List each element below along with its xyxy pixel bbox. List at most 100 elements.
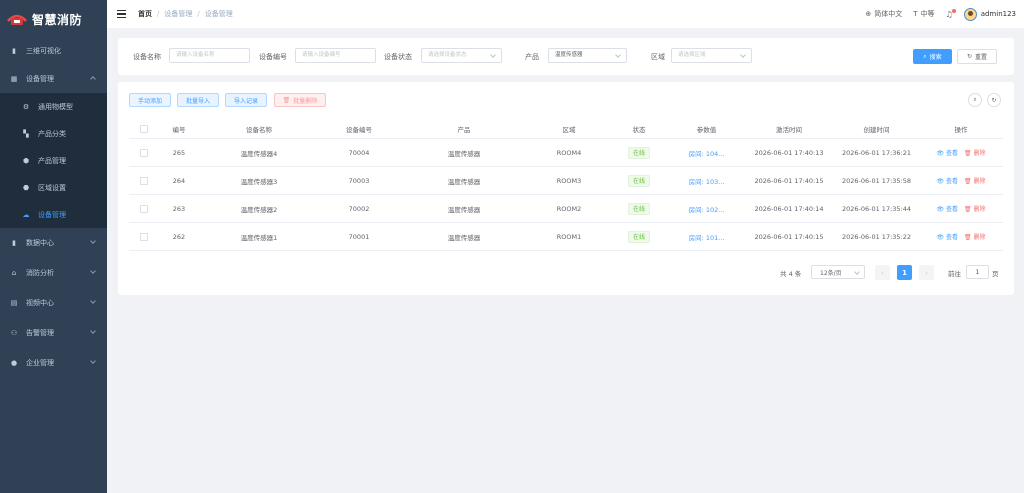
row-checkbox[interactable]: [140, 176, 148, 185]
building-icon: ●: [10, 359, 18, 367]
column-header: 设备名称: [246, 126, 272, 134]
cell-name: 温度传感器3: [240, 177, 278, 186]
cell-activated: 2026-06-01 17:40:15: [754, 232, 824, 241]
size-switch[interactable]: T 中等: [913, 9, 934, 19]
import-record-button[interactable]: 导入记录: [225, 93, 267, 107]
logo: 智慧消防: [0, 0, 107, 38]
row-checkbox[interactable]: [140, 232, 148, 241]
top-header: 首页 / 设备管理 / 设备管理 ⊕ 简体中文 T 中等 ♫ admin123: [107, 0, 1024, 28]
header-actions: ⊕ 简体中文 T 中等 ♫ admin123: [865, 0, 1024, 28]
reset-button[interactable]: ↻ 重置: [957, 49, 997, 64]
table-row: 265 温度传感器4 70004 温度传感器 ROOM4 在线 房间: 104.…: [129, 139, 1003, 167]
eye-icon: 👁: [936, 206, 945, 213]
sidebar-item-device-mgmt[interactable]: ▦ 设备管理: [0, 65, 107, 93]
delete-button[interactable]: 🗑 删除: [964, 176, 986, 185]
grid-icon: ▦: [10, 75, 18, 83]
param-link[interactable]: 房间: 103...: [669, 167, 744, 194]
view-button[interactable]: 👁 查看: [936, 148, 958, 157]
language-switch[interactable]: ⊕ 简体中文: [865, 9, 902, 19]
sidebar-item-alarm-mgmt[interactable]: ⚇ 告警管理: [0, 319, 107, 347]
add-device-button[interactable]: 手动添加: [129, 93, 171, 107]
sidebar-item-fire-analysis[interactable]: ⌂ 消防分析: [0, 259, 107, 287]
search-toggle-button[interactable]: ⌕: [968, 93, 982, 107]
hamburger-icon[interactable]: [117, 10, 126, 18]
sidebar-item-label: 产品管理: [38, 156, 66, 165]
view-button[interactable]: 👁 查看: [936, 176, 958, 185]
cell-created: 2026-06-01 17:35:58: [841, 176, 912, 185]
delete-button[interactable]: 🗑 删除: [964, 232, 986, 241]
sidebar-item-thing-model[interactable]: ⚙ 通用物模型: [0, 93, 107, 120]
sidebar-item-video-center[interactable]: ▤ 视频中心: [0, 289, 107, 317]
home-icon: ⌂: [11, 269, 17, 277]
breadcrumb-item: 设备管理: [164, 10, 193, 18]
param-link[interactable]: 房间: 102...: [669, 195, 744, 222]
device-name-input[interactable]: 请输入设备名称: [169, 48, 250, 63]
sidebar-item-label: 告警管理: [26, 329, 54, 337]
search-button[interactable]: ⌕ 搜索: [913, 49, 952, 64]
search-button-label: 搜索: [929, 54, 942, 61]
batch-delete-label: 批量删除: [293, 97, 318, 105]
user-group-icon: ⚇: [10, 329, 18, 337]
status-badge: 在线: [627, 230, 650, 243]
model-icon: ⚙: [22, 102, 30, 111]
view-button[interactable]: 👁 查看: [936, 204, 958, 213]
cell-created: 2026-06-01 17:35:44: [841, 204, 912, 213]
trash-icon: 🗑: [964, 206, 972, 213]
next-page-button[interactable]: ›: [919, 265, 934, 280]
app-title: 智慧消防: [32, 12, 83, 27]
batch-import-button[interactable]: 批量导入: [177, 93, 219, 107]
chevron-down-icon: [90, 358, 96, 364]
select-all-checkbox[interactable]: [129, 120, 159, 138]
sidebar-item-area-settings[interactable]: ⬣ 区域设置: [0, 174, 107, 201]
page-number-button[interactable]: 1: [897, 265, 912, 280]
language-label: 简体中文: [874, 10, 903, 18]
sidebar-item-product-mgmt[interactable]: ⬢ 产品管理: [0, 147, 107, 174]
bell-icon[interactable]: ♫: [946, 8, 956, 19]
area-select[interactable]: 请选择区域: [671, 48, 752, 63]
area-label: 区域: [651, 53, 665, 61]
avatar[interactable]: [963, 7, 977, 21]
product-select[interactable]: 温度传感器: [548, 48, 627, 63]
sidebar-item-label: 视频中心: [26, 299, 54, 307]
trash-icon: 🗑: [964, 234, 972, 241]
status-badge: 在线: [627, 202, 650, 215]
search-icon: ⌕: [973, 96, 977, 103]
sidebar-item-device-list[interactable]: ☁ 设备管理: [0, 201, 107, 228]
breadcrumb-item[interactable]: 首页: [138, 9, 152, 19]
sidebar-item-enterprise-mgmt[interactable]: ● 企业管理: [0, 349, 107, 377]
refresh-button[interactable]: ↻: [987, 93, 1001, 107]
device-status-select[interactable]: 请选择设备状态: [421, 48, 502, 63]
goto-page-input[interactable]: 1: [966, 265, 989, 279]
sidebar-item-label: 产品分类: [38, 129, 66, 138]
username[interactable]: admin123: [981, 10, 1016, 18]
row-checkbox[interactable]: [140, 148, 148, 157]
device-code-label: 设备编号: [259, 53, 287, 61]
chevron-up-icon: [90, 76, 96, 82]
param-link[interactable]: 房间: 104...: [669, 139, 744, 166]
checkbox[interactable]: [140, 125, 148, 133]
pagination-total: 共 4 条: [780, 269, 802, 278]
sidebar-item-data-center[interactable]: ▮ 数据中心: [0, 229, 107, 257]
device-code-input[interactable]: 请输入设备编号: [295, 48, 376, 63]
globe-icon: ⊕: [865, 10, 872, 18]
monitor-icon: ▤: [10, 299, 18, 307]
prev-page-button[interactable]: ‹: [875, 265, 890, 280]
page-size-select[interactable]: 12条/页: [811, 265, 865, 279]
refresh-icon: ↻: [966, 53, 972, 60]
sidebar-item-3d-visual[interactable]: ▮ 三维可视化: [0, 37, 107, 65]
sidebar: 智慧消防 ▮ 三维可视化 ▦ 设备管理 ⚙ 通用物模型 ▚ 产品分类 ⬢ 产品管…: [0, 0, 107, 493]
cell-product: 温度传感器: [447, 177, 481, 186]
row-checkbox[interactable]: [140, 204, 148, 213]
column-header: 操作: [954, 126, 968, 134]
param-link[interactable]: 房间: 101...: [669, 223, 744, 250]
delete-button[interactable]: 🗑 删除: [964, 148, 986, 157]
cube-icon: ⬢: [22, 156, 30, 165]
eye-icon: 👁: [936, 150, 945, 157]
breadcrumb-item: 设备管理: [204, 10, 233, 18]
chevron-down-icon: [90, 268, 96, 274]
sidebar-item-product-category[interactable]: ▚ 产品分类: [0, 120, 107, 147]
view-button[interactable]: 👁 查看: [936, 232, 958, 241]
delete-button[interactable]: 🗑 删除: [964, 204, 986, 213]
cell-created: 2026-06-01 17:36:21: [841, 148, 912, 157]
batch-delete-button[interactable]: 🗑 批量删除: [274, 93, 326, 107]
